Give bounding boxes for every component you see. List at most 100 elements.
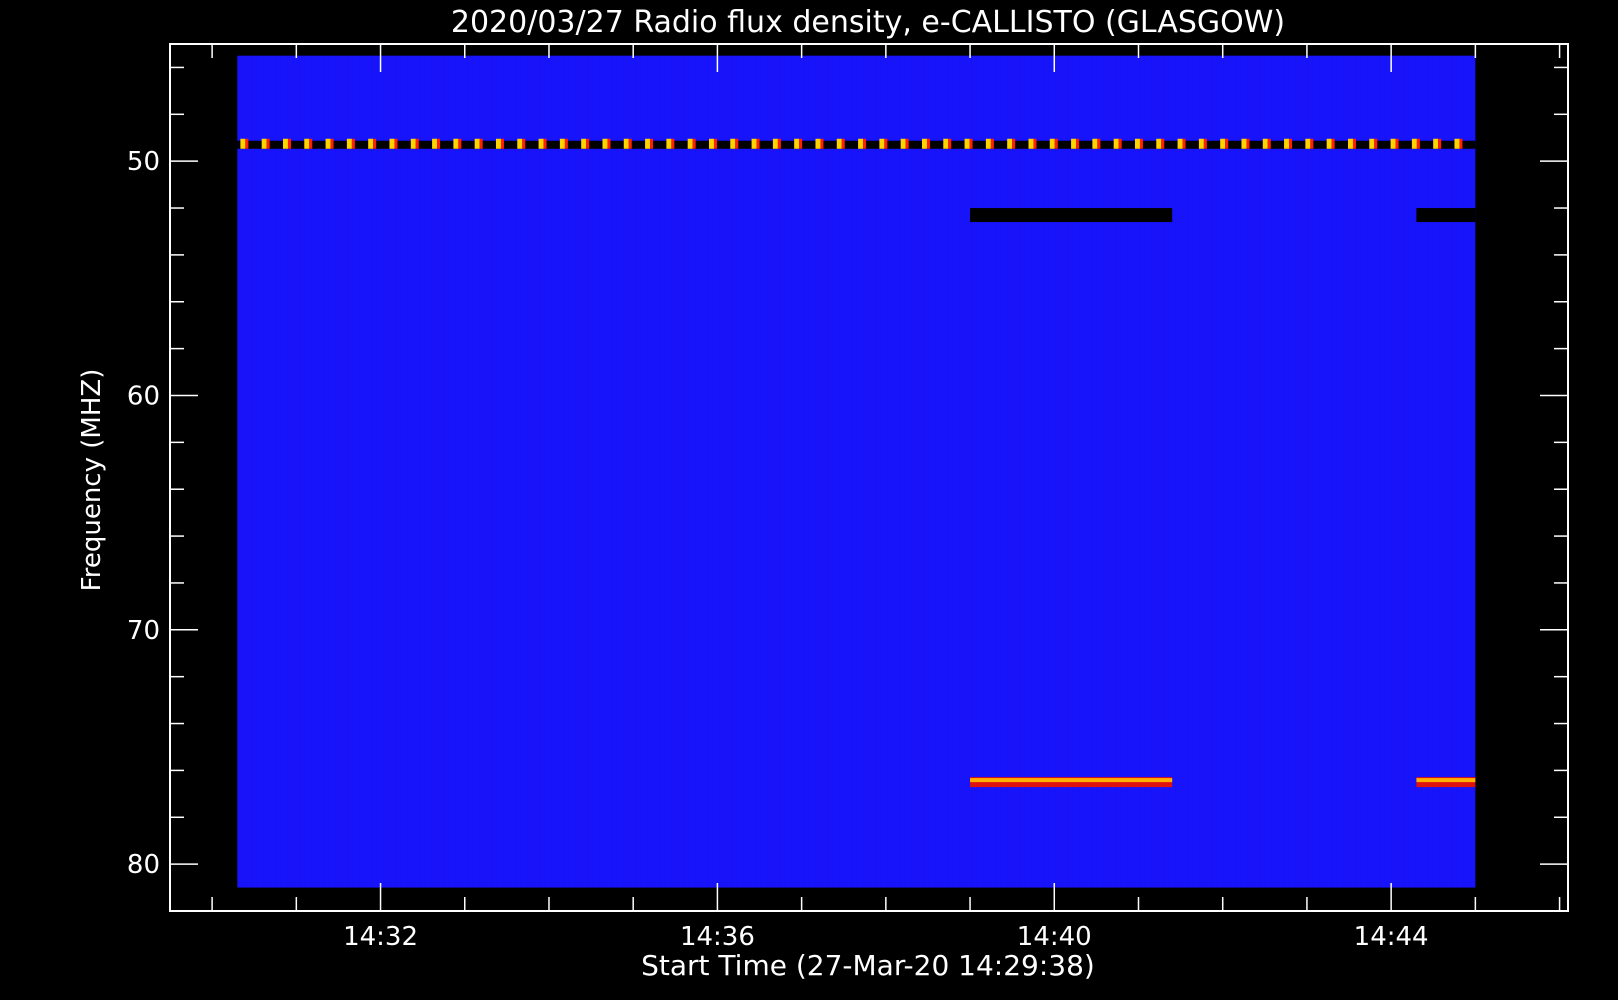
interference-pulse-edge — [564, 138, 568, 149]
interference-pulse — [1007, 138, 1013, 149]
interference-pulse — [751, 138, 757, 149]
interference-pulse — [368, 138, 374, 149]
interference-pulse-edge — [458, 138, 462, 149]
interference-pulse-edge — [1097, 138, 1101, 149]
interference-pulse — [1049, 138, 1055, 149]
interference-pulse — [645, 138, 651, 149]
interference-pulse-edge — [245, 138, 249, 149]
interference-pulse — [1390, 138, 1396, 149]
interference-pulse-edge — [266, 138, 270, 149]
interference-pulse — [1241, 138, 1247, 149]
data-gap — [970, 208, 1173, 223]
interference-pulse-edge — [905, 138, 909, 149]
interference-pulse-edge — [820, 138, 824, 149]
interference-pulse-edge — [1289, 138, 1293, 149]
interference-pulse — [602, 138, 608, 149]
interference-pulse-edge — [415, 138, 419, 149]
interference-pulse-edge — [373, 138, 377, 149]
interference-pulse-edge — [1459, 138, 1463, 149]
interference-pulse-edge — [863, 138, 867, 149]
interference-pulse — [346, 138, 352, 149]
interference-pulse-edge — [1267, 138, 1271, 149]
interference-pulse-edge — [841, 138, 845, 149]
interference-pulse-edge — [1012, 138, 1016, 149]
interference-pulse — [1198, 138, 1204, 149]
interference-pulse — [581, 138, 587, 149]
interference-pulse-edge — [1352, 138, 1356, 149]
interference-pulse-edge — [479, 138, 483, 149]
interference-pulse-edge — [799, 138, 803, 149]
interference-pulse — [858, 138, 864, 149]
interference-pulse — [474, 138, 480, 149]
interference-pulse-edge — [607, 138, 611, 149]
interference-pulse — [325, 138, 331, 149]
y-tick-label: 50 — [127, 147, 160, 177]
interference-pulse-edge — [500, 138, 504, 149]
interference-pulse-edge — [1033, 138, 1037, 149]
interference-pulse-edge — [1395, 138, 1399, 149]
interference-pulse — [730, 138, 736, 149]
interference-pulse — [432, 138, 438, 149]
interference-pulse-edge — [756, 138, 760, 149]
interference-pulse-edge — [692, 138, 696, 149]
interference-pulse — [1220, 138, 1226, 149]
y-tick-label: 60 — [127, 381, 160, 411]
interference-pulse-edge — [926, 138, 930, 149]
interference-pulse-edge — [628, 138, 632, 149]
interference-pulse — [517, 138, 523, 149]
interference-pulse — [1454, 138, 1460, 149]
interference-pulse-edge — [1374, 138, 1378, 149]
interference-pulse — [943, 138, 949, 149]
interference-pulse — [1177, 138, 1183, 149]
interference-pulse — [559, 138, 565, 149]
interference-pulse — [389, 138, 395, 149]
interference-pulse — [1284, 138, 1290, 149]
interference-pulse — [1411, 138, 1417, 149]
interference-pulse — [687, 138, 693, 149]
interference-pulse — [410, 138, 416, 149]
interference-pulse-edge — [543, 138, 547, 149]
emission-line — [970, 777, 1173, 788]
emission-line — [1416, 777, 1476, 788]
interference-pulse-edge — [1182, 138, 1186, 149]
interference-pulse — [240, 138, 246, 149]
x-tick-label: 14:40 — [1017, 922, 1092, 952]
interference-pulse — [453, 138, 459, 149]
interference-pulse-edge — [1416, 138, 1420, 149]
interference-pulse — [921, 138, 927, 149]
interference-pulse — [1369, 138, 1375, 149]
emission-line-core — [1416, 778, 1476, 783]
interference-pulse — [304, 138, 310, 149]
chart-title: 2020/03/27 Radio flux density, e-CALLIST… — [451, 5, 1285, 40]
y-tick-label: 80 — [127, 850, 160, 880]
interference-pulse — [1326, 138, 1332, 149]
interference-pulse-edge — [394, 138, 398, 149]
interference-pulse — [772, 138, 778, 149]
interference-pulse — [1433, 138, 1439, 149]
interference-pulse — [900, 138, 906, 149]
interference-pulse — [1113, 138, 1119, 149]
interference-pulse-edge — [735, 138, 739, 149]
interference-pulse-edge — [884, 138, 888, 149]
interference-pulse — [1262, 138, 1268, 149]
interference-pulse — [495, 138, 501, 149]
interference-pulse-edge — [990, 138, 994, 149]
data-gap — [1416, 208, 1476, 223]
interference-pulse-edge — [522, 138, 526, 149]
interference-pulse — [815, 138, 821, 149]
interference-pulse-edge — [586, 138, 590, 149]
x-tick-label: 14:44 — [1354, 922, 1429, 952]
interference-pulse-edge — [1076, 138, 1080, 149]
interference-pulse-edge — [1139, 138, 1143, 149]
interference-pulse — [282, 138, 288, 149]
x-tick-label: 14:32 — [343, 922, 418, 952]
x-tick-label: 14:36 — [680, 922, 755, 952]
interference-pulse-edge — [1246, 138, 1250, 149]
interference-pulse-edge — [437, 138, 441, 149]
interference-pulse — [1305, 138, 1311, 149]
heatmap-texture — [237, 55, 1476, 888]
interference-pulse-edge — [351, 138, 355, 149]
interference-pulse — [836, 138, 842, 149]
interference-pulse — [1071, 138, 1077, 149]
interference-pulse-edge — [1438, 138, 1442, 149]
